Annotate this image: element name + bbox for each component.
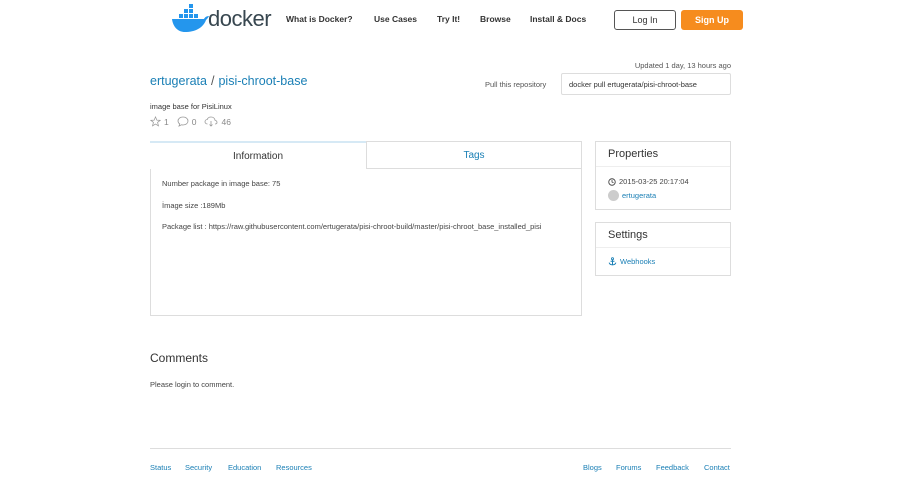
info-image-size: İmage size :189Mb (162, 200, 226, 210)
information-content: Number package in image base: 75 İmage s… (162, 178, 562, 243)
avatar (608, 190, 619, 201)
footer-divider (150, 448, 731, 449)
properties-user-link[interactable]: ertugerata (622, 191, 656, 200)
repo-description: image base for PisiLinux (150, 102, 232, 111)
footer-forums[interactable]: Forums (616, 463, 641, 472)
clock-icon (608, 177, 616, 186)
footer-education[interactable]: Education (228, 463, 261, 472)
downloads-stat: 46 (204, 116, 231, 127)
repo-owner-link[interactable]: ertugerata (150, 74, 207, 88)
footer-resources[interactable]: Resources (276, 463, 312, 472)
login-button[interactable]: Log In (614, 10, 676, 30)
repo-title-separator: / (210, 74, 215, 88)
comments-stat: 0 (177, 116, 197, 127)
nav-use-cases[interactable]: Use Cases (374, 14, 417, 24)
tab-tags[interactable]: Tags (366, 141, 582, 169)
repo-stats: 1 0 46 (150, 116, 239, 127)
comments-login-message: Please login to comment. (150, 380, 235, 389)
footer-contact[interactable]: Contact (704, 463, 730, 472)
comments-count: 0 (191, 116, 197, 127)
webhooks-link[interactable]: Webhooks (608, 257, 655, 266)
comments-title: Comments (150, 351, 209, 365)
docker-whale-icon (172, 4, 209, 32)
nav-what-is-docker[interactable]: What is Docker? (286, 14, 353, 24)
stars-count: 1 (164, 116, 169, 127)
pull-command-field[interactable]: docker pull ertugerata/pisi-chroot-base (561, 73, 731, 95)
stars-stat[interactable]: 1 (150, 116, 169, 127)
star-icon (150, 116, 161, 127)
properties-date-text: 2015-03-25 20:17:04 (619, 177, 689, 186)
footer-feedback[interactable]: Feedback (656, 463, 689, 472)
updated-timestamp: Updated 1 day, 13 hours ago (634, 61, 731, 70)
info-package-count: Number package in image base: 75 (162, 179, 281, 188)
cloud-download-icon (205, 116, 218, 127)
nav-browse[interactable]: Browse (480, 14, 511, 24)
properties-title: Properties (596, 142, 730, 167)
anchor-icon (608, 257, 617, 266)
pull-label: Pull this repository (485, 80, 547, 89)
webhooks-label[interactable]: Webhooks (620, 257, 655, 266)
signup-button[interactable]: Sign Up (681, 10, 743, 30)
properties-date: 2015-03-25 20:17:04 (608, 177, 689, 186)
footer-status[interactable]: Status (150, 463, 171, 472)
repo-name-link[interactable]: pisi-chroot-base (218, 74, 307, 88)
properties-user[interactable]: ertugerata (608, 190, 656, 201)
repo-title: ertugerata / pisi-chroot-base (150, 74, 307, 88)
footer-security[interactable]: Security (185, 463, 212, 472)
nav-try-it[interactable]: Try It! (437, 14, 460, 24)
comment-icon (177, 116, 189, 127)
logo-wordmark[interactable]: docker (208, 6, 272, 32)
settings-box: Settings (595, 222, 731, 276)
downloads-count: 46 (221, 116, 231, 127)
settings-title: Settings (596, 223, 730, 248)
footer-blogs[interactable]: Blogs (583, 463, 602, 472)
tab-information[interactable]: Information (150, 141, 366, 169)
info-package-list: Package list : https://raw.githubusercon… (162, 222, 542, 231)
nav-install-docs[interactable]: Install & Docs (530, 14, 586, 24)
